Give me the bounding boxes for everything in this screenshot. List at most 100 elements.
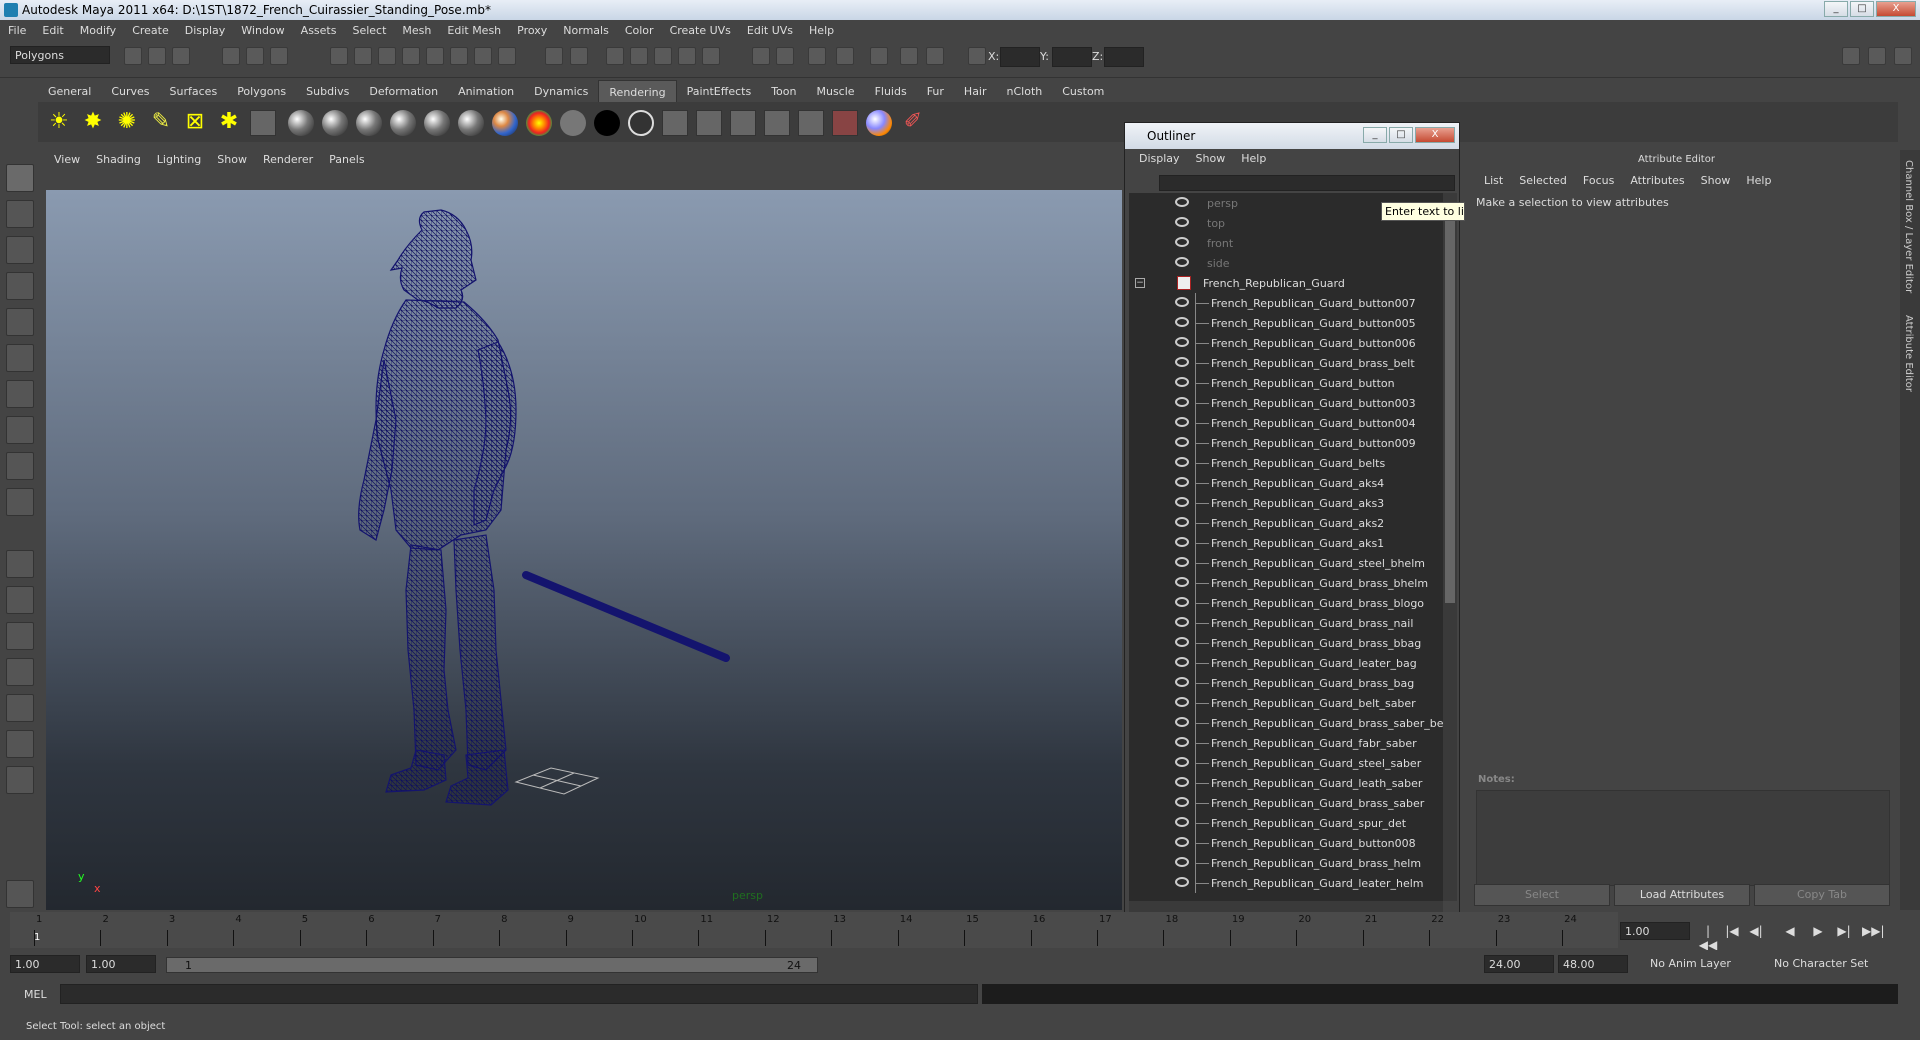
- lasso-tool-icon[interactable]: [6, 200, 34, 228]
- collapse-toggle-icon[interactable]: −: [1135, 278, 1145, 288]
- volume-light-icon[interactable]: ✱: [216, 110, 242, 136]
- viewport-menu-lighting[interactable]: Lighting: [149, 150, 209, 170]
- scene-layout-icon[interactable]: [870, 47, 888, 65]
- shelf-tab-dynamics[interactable]: Dynamics: [524, 80, 598, 102]
- shelf-tab-animation[interactable]: Animation: [448, 80, 524, 102]
- menu-window[interactable]: Window: [233, 20, 292, 40]
- render-view-icon[interactable]: [702, 47, 720, 65]
- menu-file[interactable]: File: [0, 20, 34, 40]
- open-scene-icon[interactable]: [148, 47, 166, 65]
- anim-layer-dropdown[interactable]: No Anim Layer: [1646, 955, 1735, 973]
- blinn-shader-icon[interactable]: [322, 110, 348, 136]
- viewport-menu-shading[interactable]: Shading: [88, 150, 149, 170]
- outliner-item-mesh[interactable]: French_Republican_Guard_leater_helm: [1129, 873, 1443, 893]
- outliner-item-mesh[interactable]: French_Republican_Guard_brass_bbag: [1129, 633, 1443, 653]
- attribute-editor-tab[interactable]: Attribute Editor: [1903, 315, 1914, 392]
- select-highlight-icon[interactable]: [570, 47, 588, 65]
- outliner-item-mesh[interactable]: French_Republican_Guard_button004: [1129, 413, 1443, 433]
- animation-start-field[interactable]: 1.00: [10, 955, 80, 973]
- outliner-layout-icon[interactable]: [6, 622, 34, 650]
- command-input[interactable]: [60, 984, 978, 1004]
- outliner-item-mesh[interactable]: French_Republican_Guard_brass_saber: [1129, 793, 1443, 813]
- last-tool-icon[interactable]: [6, 488, 34, 516]
- outliner-filter-input[interactable]: [1159, 175, 1455, 191]
- menu-proxy[interactable]: Proxy: [509, 20, 555, 40]
- step-forward-frame-button[interactable]: ▶|: [1834, 924, 1854, 940]
- render-layout-icon[interactable]: [6, 730, 34, 758]
- shelf-tab-ncloth[interactable]: nCloth: [997, 80, 1053, 102]
- y-field[interactable]: [1052, 47, 1092, 67]
- outliner-maximize-button[interactable]: □: [1389, 127, 1413, 143]
- ae-menu-attributes[interactable]: Attributes: [1622, 174, 1692, 187]
- shadow-shader-icon[interactable]: [628, 110, 654, 136]
- shelf-tab-fur[interactable]: Fur: [917, 80, 954, 102]
- ipr-render-icon[interactable]: [630, 47, 648, 65]
- play-forwards-button[interactable]: ▶: [1808, 924, 1828, 940]
- menu-color[interactable]: Color: [617, 20, 662, 40]
- history-icon[interactable]: [450, 47, 468, 65]
- shelf-tab-hair[interactable]: Hair: [954, 80, 997, 102]
- outliner-close-button[interactable]: X: [1415, 127, 1455, 143]
- close-button[interactable]: X: [1876, 1, 1916, 17]
- outliner-item-mesh[interactable]: French_Republican_Guard_steel_bhelm: [1129, 553, 1443, 573]
- viewport-menu-renderer[interactable]: Renderer: [255, 150, 321, 170]
- menu-set-dropdown[interactable]: Polygons: [10, 46, 110, 64]
- outliner-item-mesh[interactable]: French_Republican_Guard_button: [1129, 373, 1443, 393]
- current-frame-field[interactable]: 1.00: [1620, 922, 1690, 940]
- snap-point-icon[interactable]: [378, 47, 396, 65]
- layout-icon[interactable]: [836, 47, 854, 65]
- menu-select[interactable]: Select: [344, 20, 394, 40]
- outliner-item-mesh[interactable]: French_Republican_Guard_brass_nail: [1129, 613, 1443, 633]
- mel-label[interactable]: MEL: [24, 988, 47, 1001]
- menu-modify[interactable]: Modify: [72, 20, 124, 40]
- select-object-icon[interactable]: [246, 47, 264, 65]
- outliner-item-group[interactable]: − French_Republican_Guard: [1129, 273, 1443, 293]
- menu-edit[interactable]: Edit: [34, 20, 71, 40]
- menu-create-uvs[interactable]: Create UVs: [662, 20, 739, 40]
- snap-curve-icon[interactable]: [354, 47, 372, 65]
- outliner-item-mesh[interactable]: French_Republican_Guard_fabr_saber: [1129, 733, 1443, 753]
- z-field[interactable]: [1104, 47, 1144, 67]
- ae-menu-focus[interactable]: Focus: [1575, 174, 1622, 187]
- outliner-item-side[interactable]: side: [1129, 253, 1443, 273]
- outliner-item-mesh[interactable]: French_Republican_Guard_aks4: [1129, 473, 1443, 493]
- point-light-icon[interactable]: ✺: [114, 110, 140, 136]
- render-region-icon[interactable]: [764, 110, 790, 136]
- directional-light-icon[interactable]: ✸: [80, 110, 106, 136]
- input-line-icon[interactable]: [752, 47, 770, 65]
- paint-select-tool-icon[interactable]: [6, 236, 34, 264]
- use-background-icon[interactable]: [594, 110, 620, 136]
- shelf-tab-fluids[interactable]: Fluids: [865, 80, 917, 102]
- layered-shader-icon[interactable]: [390, 110, 416, 136]
- shelf-tab-toon[interactable]: Toon: [761, 80, 806, 102]
- save-scene-icon[interactable]: [172, 47, 190, 65]
- go-to-end-button[interactable]: ▶▶|: [1862, 924, 1885, 940]
- lambert-shader-icon[interactable]: [356, 110, 382, 136]
- outliner-item-mesh[interactable]: French_Republican_Guard_button003: [1129, 393, 1443, 413]
- time-slider[interactable]: 1 2 3 4 5 6 7 8 9 10 11 12 13 14 15 16 17 18 19 20 21 22 23 24 …: [10, 912, 1618, 948]
- outliner-minimize-button[interactable]: _: [1363, 127, 1387, 143]
- shelf-tab-subdivs[interactable]: Subdivs: [296, 80, 359, 102]
- hypershade-shelf-icon[interactable]: [866, 110, 892, 136]
- character-set-dropdown[interactable]: No Character Set: [1770, 955, 1872, 973]
- area-light-icon[interactable]: ⊠: [182, 110, 208, 136]
- hypergraph-icon[interactable]: [926, 47, 944, 65]
- channel-box-tab[interactable]: Channel Box / Layer Editor: [1903, 160, 1914, 293]
- move-tool-icon[interactable]: [6, 272, 34, 300]
- outliner-item-front[interactable]: front: [1129, 233, 1443, 253]
- x-field[interactable]: [1000, 47, 1040, 67]
- playback-start-field[interactable]: 1.00: [86, 955, 156, 973]
- menu-edit-mesh[interactable]: Edit Mesh: [439, 20, 509, 40]
- render-diagnostics-icon[interactable]: [798, 110, 824, 136]
- menu-display[interactable]: Display: [177, 20, 234, 40]
- ae-menu-list[interactable]: List: [1476, 174, 1511, 187]
- render-layer-icon[interactable]: [832, 110, 858, 136]
- help-icon[interactable]: [498, 47, 516, 65]
- outliner-item-mesh[interactable]: French_Republican_Guard_aks2: [1129, 513, 1443, 533]
- ae-menu-selected[interactable]: Selected: [1511, 174, 1575, 187]
- outliner-item-mesh[interactable]: French_Republican_Guard_aks1: [1129, 533, 1443, 553]
- hypershade-layout-icon[interactable]: [6, 694, 34, 722]
- shelf-tab-deformation[interactable]: Deformation: [359, 80, 448, 102]
- render-settings-icon[interactable]: [654, 47, 672, 65]
- notes-field[interactable]: [1476, 790, 1890, 886]
